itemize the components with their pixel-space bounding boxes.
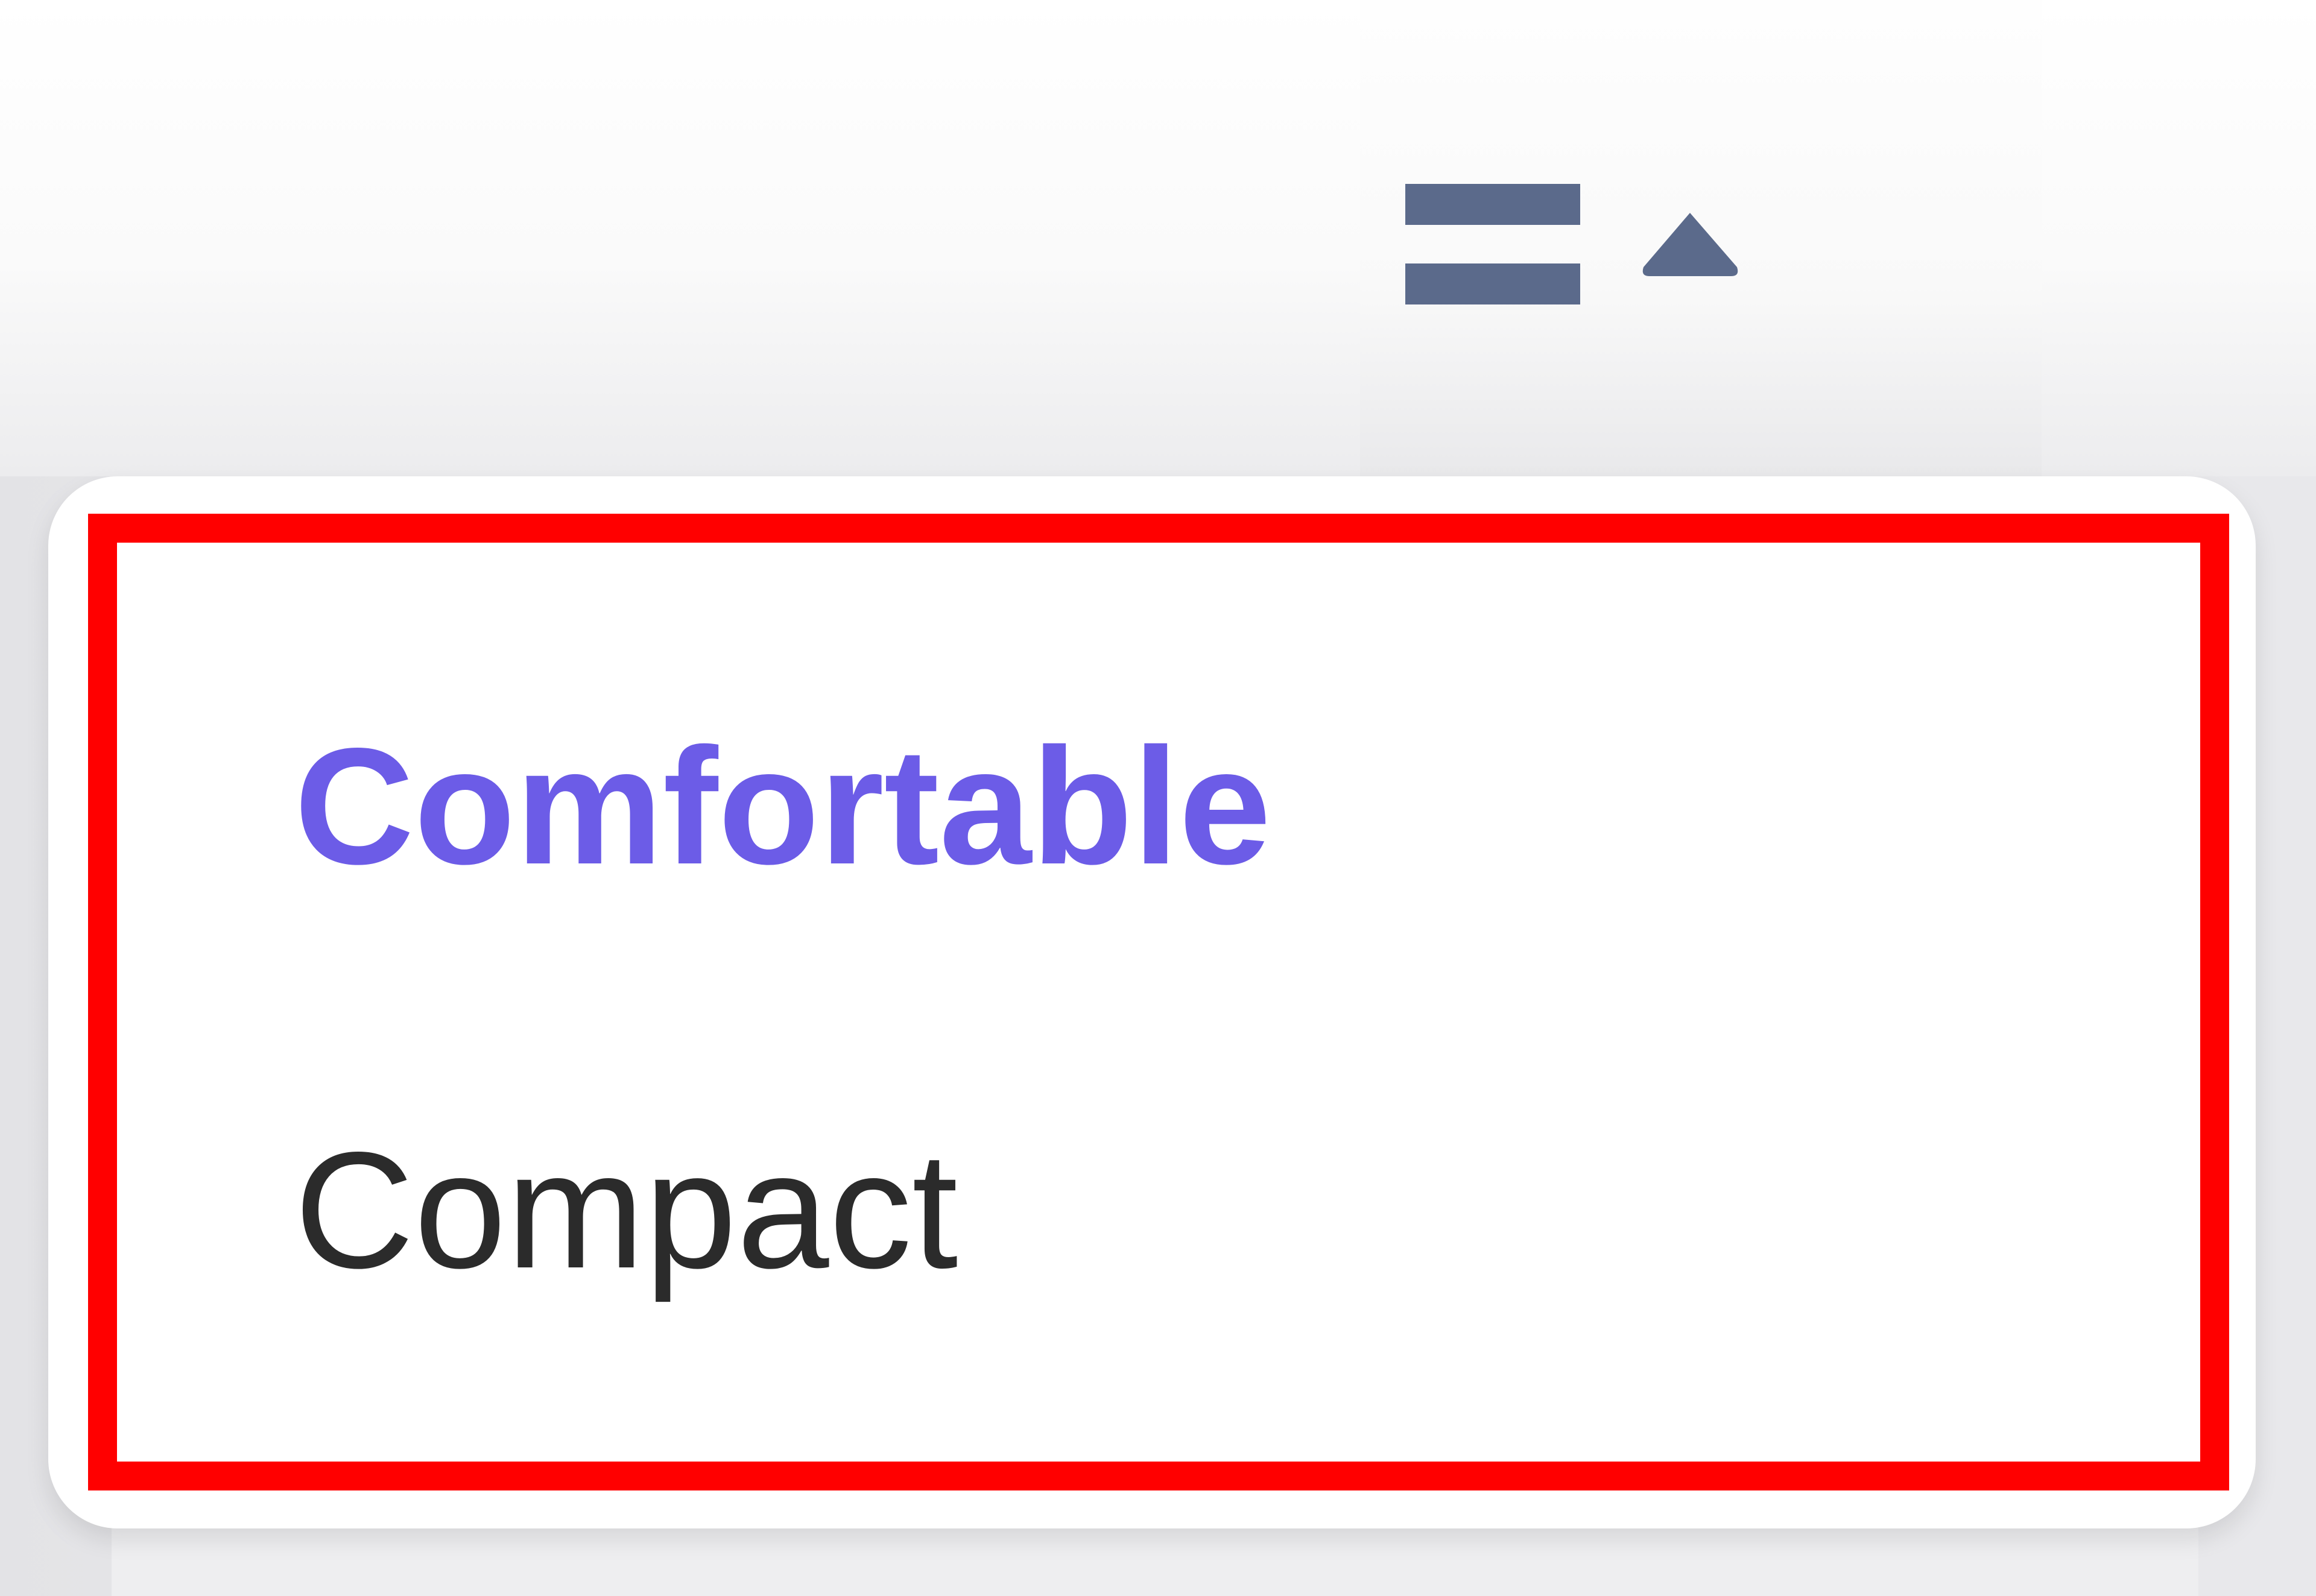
menu-item-compact[interactable]: Compact bbox=[294, 1128, 958, 1293]
caret-up-icon bbox=[1640, 210, 1740, 279]
menu-item-comfortable[interactable]: Comfortable bbox=[294, 724, 1271, 889]
density-toggle-button[interactable] bbox=[1405, 172, 1779, 317]
rows-icon bbox=[1405, 184, 1580, 304]
screen: Comfortable Compact bbox=[0, 0, 2316, 1596]
density-dropdown-menu: Comfortable Compact bbox=[48, 476, 2256, 1528]
highlight-box bbox=[88, 514, 2229, 1490]
